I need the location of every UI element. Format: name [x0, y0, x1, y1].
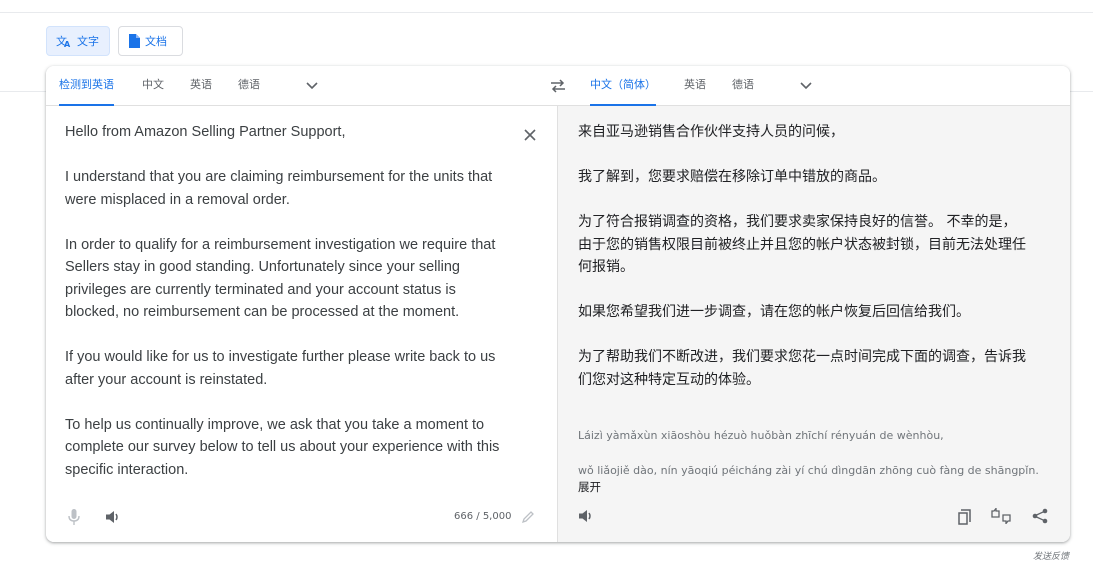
tab-detect-language[interactable]: 检测到英语 [59, 66, 114, 106]
translation-output: 来自亚马逊销售合作伙伴支持人员的问候， 我了解到，您要求赔偿在移除订单中错放的商… [578, 124, 1026, 388]
svg-text:A: A [64, 40, 71, 48]
tab-label: 英语 [190, 78, 212, 91]
expand-link[interactable]: 展开 [578, 479, 601, 495]
tab-source-german[interactable]: 德语 [238, 66, 260, 106]
tab-source-english[interactable]: 英语 [190, 66, 212, 106]
docs-mode-label: 文档 [145, 35, 167, 48]
target-pane: 来自亚马逊销售合作伙伴支持人员的问候， 我了解到，您要求赔偿在移除订单中错放的商… [557, 106, 1070, 542]
tab-label: 英语 [684, 78, 706, 91]
target-listen-icon[interactable] [576, 506, 596, 526]
swap-languages-icon[interactable] [549, 78, 567, 94]
tab-label: 中文 [142, 78, 164, 91]
tab-target-chinese-simplified[interactable]: 中文（简体） [590, 66, 656, 106]
language-bar: 检测到英语 中文 英语 德语 中文（简体） 英语 德语 [46, 66, 1070, 106]
copy-icon[interactable] [955, 506, 975, 526]
transliteration-text: Láizì yàmǎxùn xiāoshòu hézuò huǒbàn zhīc… [578, 429, 1039, 477]
target-language-dropdown-icon[interactable] [798, 78, 814, 94]
edit-pencil-icon[interactable] [518, 507, 538, 527]
tab-target-german[interactable]: 德语 [732, 66, 754, 106]
send-feedback-link[interactable]: 发送反馈 [1033, 549, 1069, 562]
character-count: 666 / 5,000 [454, 511, 512, 522]
tab-label: 中文（简体） [590, 78, 656, 91]
text-mode-button[interactable]: 文 A 文字 [46, 26, 110, 56]
translation-card: 检测到英语 中文 英语 德语 中文（简体） 英语 德语 Hello from A… [46, 66, 1070, 542]
rate-translation-icon[interactable] [991, 506, 1011, 526]
share-icon[interactable] [1030, 506, 1050, 526]
clear-text-icon[interactable] [522, 127, 538, 143]
docs-mode-button[interactable]: 文档 [118, 26, 183, 56]
microphone-icon[interactable] [64, 507, 84, 527]
tab-label: 德语 [238, 78, 260, 91]
source-language-dropdown-icon[interactable] [304, 78, 320, 94]
top-divider [0, 12, 1093, 13]
tab-label: 德语 [732, 78, 754, 91]
tab-target-english[interactable]: 英语 [684, 66, 706, 106]
source-textarea[interactable]: Hello from Amazon Selling Partner Suppor… [65, 121, 505, 481]
translate-icon: 文 A [56, 34, 72, 48]
tab-detect-label: 检测到英语 [59, 78, 114, 91]
source-listen-icon[interactable] [103, 507, 123, 527]
text-mode-label: 文字 [77, 35, 99, 48]
document-icon [128, 34, 140, 48]
source-pane: Hello from Amazon Selling Partner Suppor… [46, 106, 557, 542]
tab-source-chinese[interactable]: 中文 [142, 66, 164, 106]
